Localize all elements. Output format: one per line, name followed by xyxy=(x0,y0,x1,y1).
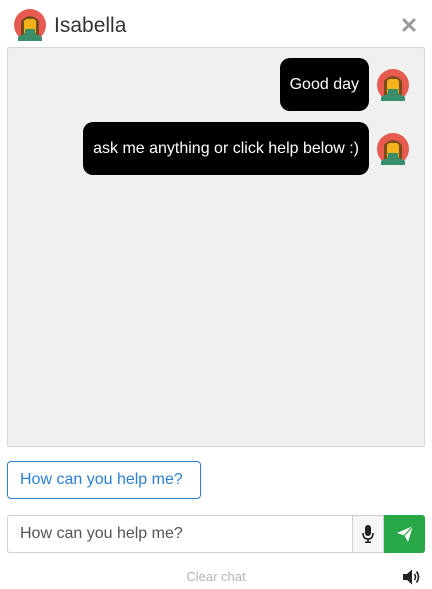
chat-footer: Clear chat xyxy=(0,566,432,588)
avatar-icon xyxy=(377,68,409,101)
message-bubble: ask me anything or click help below :) xyxy=(83,122,369,175)
send-button[interactable] xyxy=(384,515,425,553)
chat-messages-area[interactable]: Good day ask me anything or click help b… xyxy=(7,47,425,447)
microphone-button[interactable] xyxy=(352,515,384,553)
paper-plane-icon xyxy=(396,525,413,542)
avatar-icon xyxy=(14,9,46,41)
clear-chat-link[interactable]: Clear chat xyxy=(0,569,432,584)
microphone-icon xyxy=(362,525,374,543)
close-icon[interactable] xyxy=(400,16,418,34)
quick-reply-button[interactable]: How can you help me? xyxy=(7,461,201,499)
composer xyxy=(7,515,425,553)
chat-header: Isabella xyxy=(0,0,432,46)
message-row: Good day xyxy=(279,58,424,111)
message-bubble: Good day xyxy=(279,58,369,111)
message-row: ask me anything or click help below :) xyxy=(83,122,424,175)
speaker-icon[interactable] xyxy=(402,568,422,586)
bot-name: Isabella xyxy=(54,14,127,37)
avatar-icon xyxy=(377,132,409,165)
message-input[interactable] xyxy=(7,515,352,553)
